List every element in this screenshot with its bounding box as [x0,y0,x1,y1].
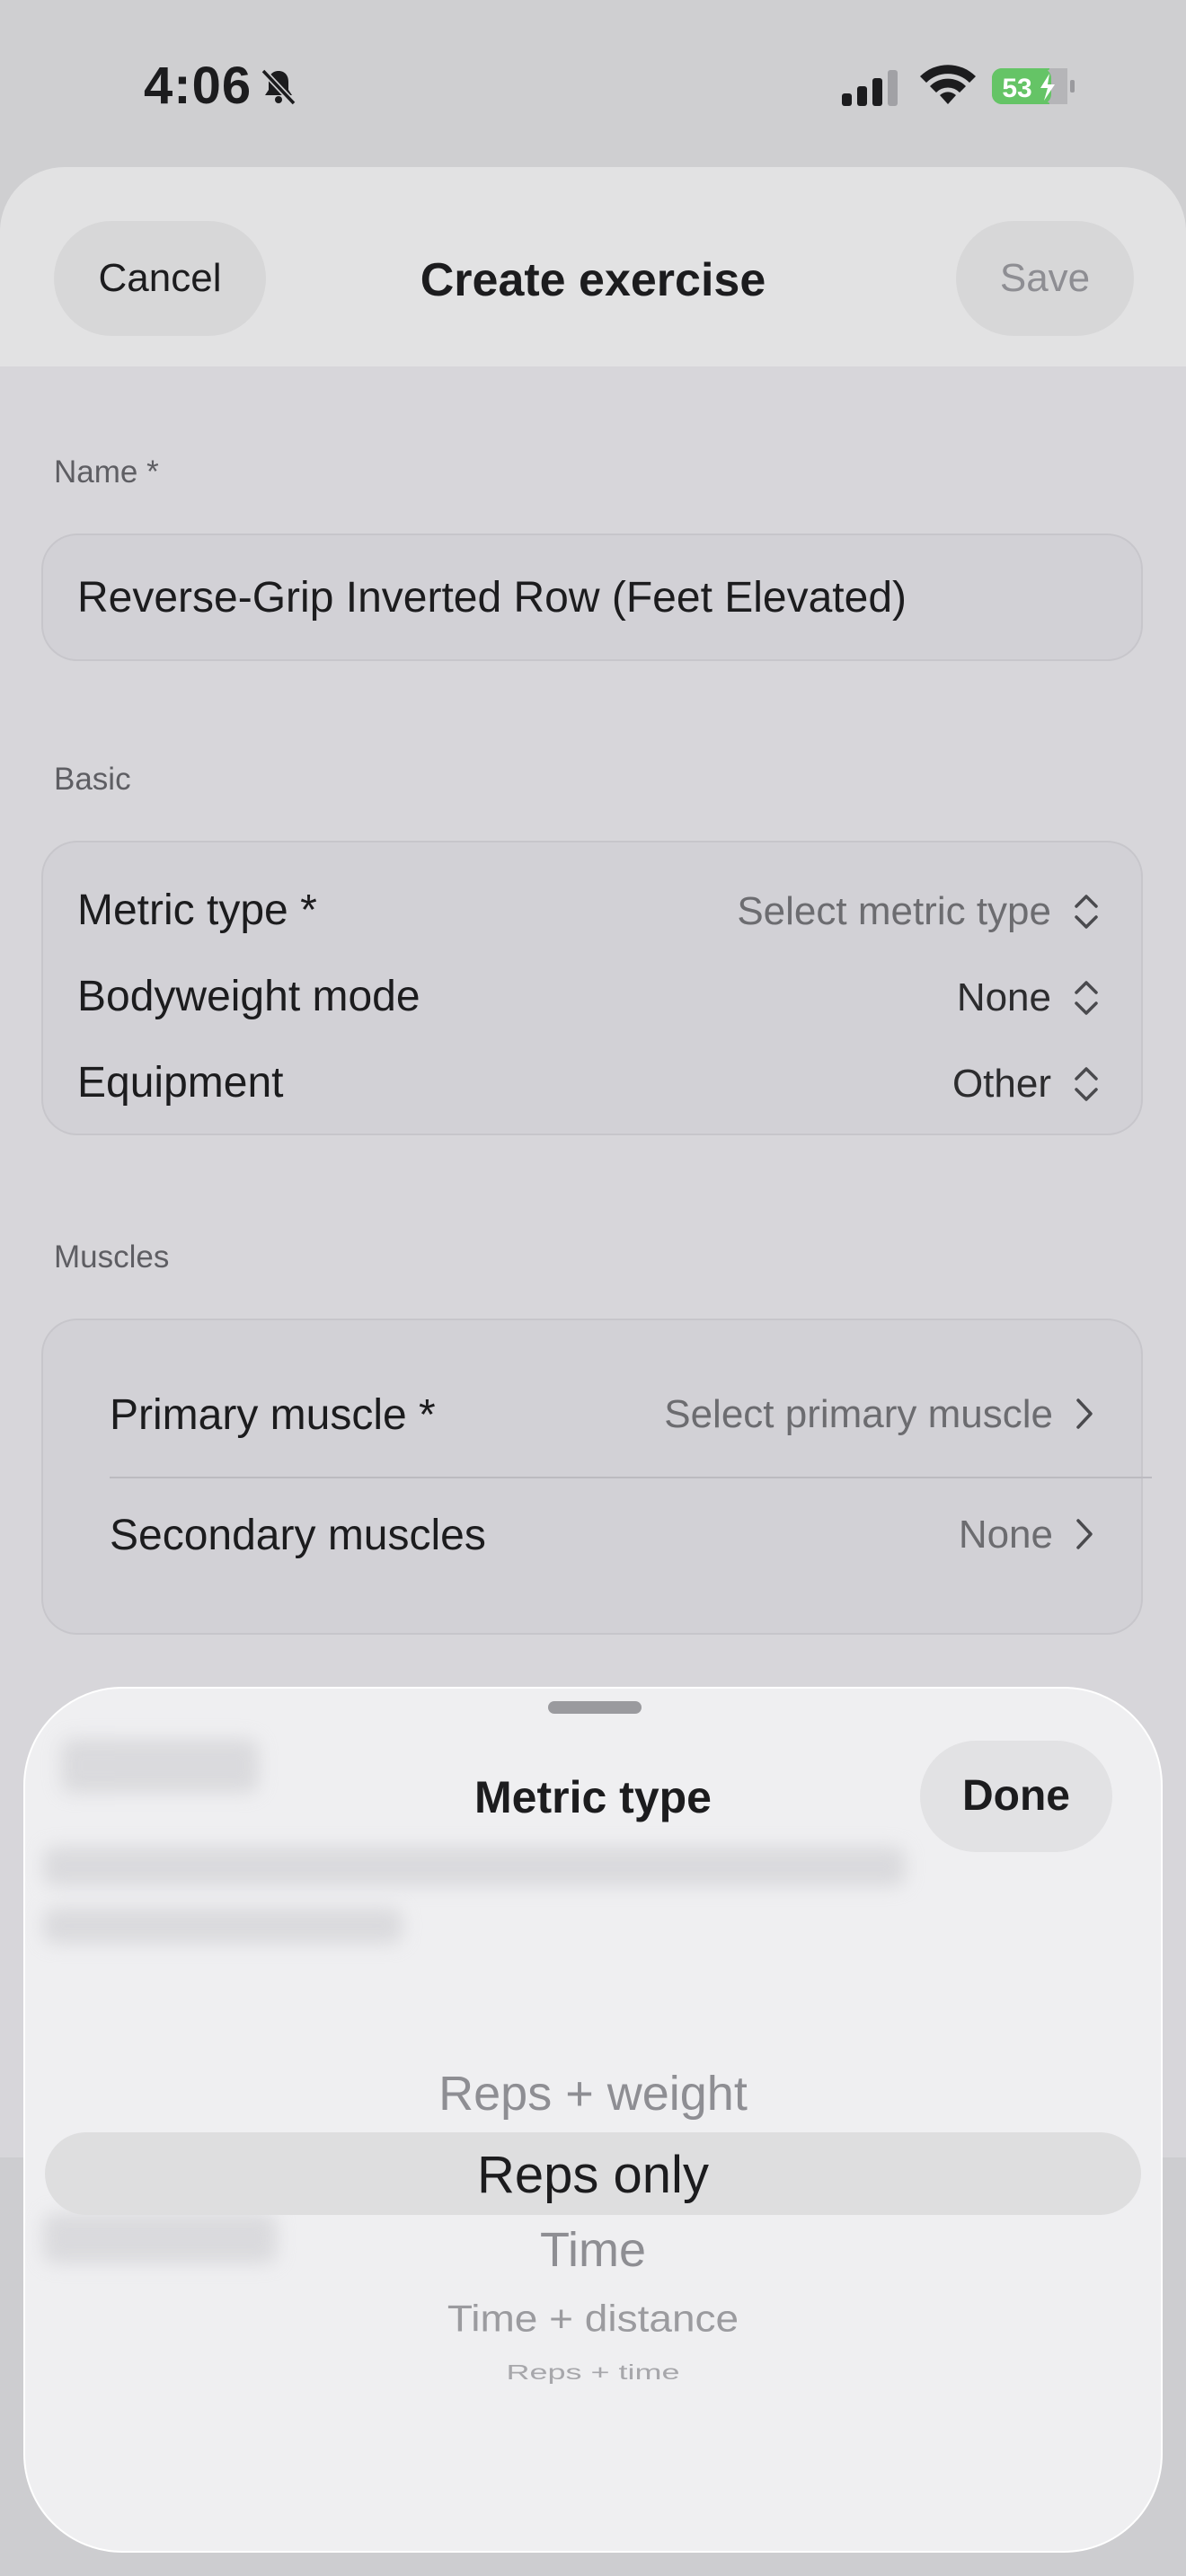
battery-percent: 53 [1002,74,1031,103]
picker-option[interactable]: Time [25,2222,1161,2278]
secondary-muscles-row[interactable]: Secondary muscles None [43,1480,1141,1633]
blurred-content [43,1908,403,1944]
muscles-section-label: Muscles [54,1239,170,1275]
chevron-right-icon [1076,1519,1093,1549]
status-time: 4:06 [144,57,252,115]
cellular-signal-icon [842,70,898,106]
name-field[interactable]: Reverse-Grip Inverted Row (Feet Elevated… [41,534,1143,661]
battery-charging-icon: 53 [992,68,1075,104]
primary-muscle-label: Primary muscle * [110,1391,436,1439]
wifi-icon [920,65,976,104]
picker-option[interactable]: Reps + time [25,2360,1161,2384]
equipment-row[interactable]: Equipment Other [77,1040,1102,1126]
name-input-value: Reverse-Grip Inverted Row (Feet Elevated… [77,574,907,622]
basic-section-label: Basic [54,762,131,797]
metric-type-picker: Metric type Done Reps + weight Reps only… [23,1687,1163,2553]
chevron-right-icon [1076,1398,1093,1429]
chevron-up-down-icon [1075,895,1098,929]
bodyweight-mode-row[interactable]: Bodyweight mode None [77,954,1102,1040]
bell-slash-icon [261,68,296,106]
blurred-content [43,1847,906,1886]
metric-type-value: Select metric type [737,889,1051,933]
picker-option-selected[interactable]: Reps only [25,2145,1161,2205]
chevron-up-down-icon [1075,981,1098,1015]
done-button[interactable]: Done [920,1741,1112,1852]
sheet-grabber[interactable] [548,1701,642,1714]
chevron-up-down-icon [1075,1067,1098,1101]
metric-type-row[interactable]: Metric type * Select metric type [77,868,1102,954]
muscles-card: Primary muscle * Select primary muscle S… [41,1319,1152,1635]
bodyweight-mode-label: Bodyweight mode [77,973,420,1020]
bodyweight-mode-value: None [956,975,1051,1019]
secondary-muscles-value: None [958,1513,1053,1557]
primary-muscle-value: Select primary muscle [664,1392,1053,1436]
name-section-label: Name * [54,454,159,490]
secondary-muscles-label: Secondary muscles [110,1512,486,1559]
equipment-label: Equipment [77,1059,284,1107]
primary-muscle-row[interactable]: Primary muscle * Select primary muscle [43,1320,1141,1473]
equipment-value: Other [951,1062,1051,1106]
save-button[interactable]: Save [956,221,1134,336]
picker-option[interactable]: Time + distance [25,2297,1161,2341]
metric-type-label: Metric type * [77,887,317,934]
picker-option[interactable]: Reps + weight [25,2066,1161,2122]
basic-card: Metric type * Select metric type Bodywei… [41,841,1143,1135]
divider [110,1477,1152,1478]
